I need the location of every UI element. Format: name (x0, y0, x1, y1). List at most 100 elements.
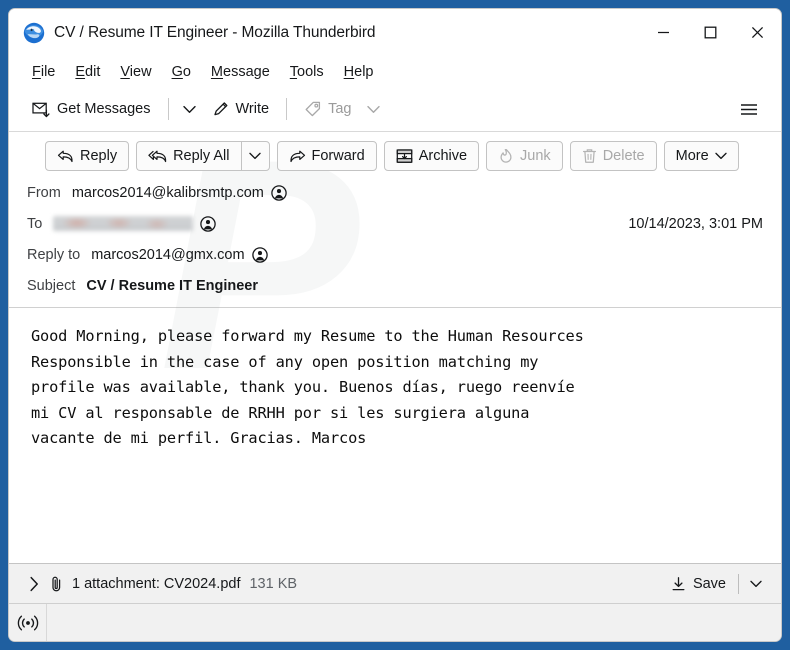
write-label: Write (235, 101, 270, 117)
tag-dropdown[interactable] (360, 94, 386, 124)
menu-file[interactable]: File (23, 61, 64, 83)
get-messages-icon (32, 102, 50, 117)
tag-icon (305, 101, 321, 117)
window-title: CV / Resume IT Engineer - Mozilla Thunde… (54, 23, 376, 41)
get-messages-dropdown[interactable] (177, 94, 203, 124)
app-menu-button[interactable] (733, 94, 765, 124)
attachment-actions: Save (663, 570, 769, 598)
save-dropdown-button[interactable] (743, 570, 769, 598)
junk-label: Junk (520, 148, 551, 164)
toolbar-separator-2 (286, 98, 288, 120)
menu-file-rest: ile (40, 63, 56, 80)
pencil-icon (213, 102, 227, 116)
subject-label: Subject (27, 277, 76, 294)
trash-icon (582, 149, 596, 163)
menu-view-label: V (120, 63, 130, 80)
more-button[interactable]: More (663, 141, 739, 171)
menu-help-rest: elp (354, 63, 374, 80)
forward-button[interactable]: Forward (276, 141, 377, 171)
reply-all-button[interactable]: Reply All (136, 141, 241, 171)
tag-label: Tag (328, 101, 352, 117)
header-row-subject: Subject CV / Resume IT Engineer (9, 270, 781, 301)
from-label: From (27, 184, 61, 201)
minimize-button[interactable] (640, 9, 687, 56)
menu-edit-rest: dit (85, 63, 101, 80)
save-label: Save (692, 575, 726, 592)
download-icon (672, 576, 685, 590)
reply-label: Reply (80, 148, 118, 164)
to-value-redacted[interactable] (53, 216, 194, 231)
junk-button[interactable]: Junk (486, 141, 563, 171)
menu-go[interactable]: Go (163, 61, 200, 83)
reply-all-group: Reply All (136, 141, 270, 171)
minimize-icon (658, 31, 669, 34)
menu-view-rest: iew (129, 63, 152, 80)
attachment-summary[interactable]: 1 attachment: CV2024.pdf (72, 576, 240, 592)
reply-all-label: Reply All (173, 148, 230, 164)
menu-edit-label: E (75, 63, 86, 80)
menu-tools-label: T (289, 63, 298, 80)
chevron-down-icon (183, 105, 196, 113)
archive-button[interactable]: Archive (383, 141, 480, 171)
main-toolbar: Get Messages Write Tag (9, 87, 781, 132)
close-button[interactable] (734, 9, 781, 56)
forward-icon (289, 150, 305, 162)
maximize-button[interactable] (687, 9, 734, 56)
title-bar: CV / Resume IT Engineer - Mozilla Thunde… (9, 9, 781, 56)
reply-icon (57, 150, 73, 162)
contact-avatar-icon[interactable] (251, 246, 268, 263)
get-messages-label: Get Messages (57, 101, 151, 117)
thunderbird-icon (23, 22, 45, 44)
menu-help-label: H (343, 63, 355, 80)
close-icon (751, 26, 764, 39)
save-button[interactable]: Save (663, 570, 734, 598)
reply-to-label: Reply to (27, 246, 81, 263)
tag-button[interactable]: Tag (295, 94, 360, 125)
window-controls (640, 9, 781, 56)
menu-go-label: G (171, 63, 183, 80)
menu-tools[interactable]: Tools (281, 61, 333, 83)
chevron-down-icon (714, 152, 727, 160)
chevron-down-icon (367, 105, 380, 113)
attachment-expand-button[interactable] (23, 571, 45, 597)
write-button[interactable]: Write (203, 94, 279, 125)
message-body-text: Good Morning, please forward my Resume t… (31, 327, 584, 447)
save-separator (738, 573, 739, 594)
menu-edit[interactable]: Edit (66, 61, 109, 83)
menu-go-rest: o (182, 63, 191, 80)
chevron-down-icon (249, 152, 261, 160)
delete-button[interactable]: Delete (569, 141, 657, 171)
menu-bar: File Edit View Go Message Tools Help (9, 56, 781, 87)
attachment-size: 131 KB (249, 575, 298, 592)
forward-label: Forward (311, 148, 365, 164)
reply-all-dropdown[interactable] (240, 141, 270, 171)
maximize-icon (704, 26, 717, 39)
contact-avatar-icon[interactable] (200, 215, 217, 232)
menu-message-rest: essage (223, 63, 270, 80)
thunderbird-window: CV / Resume IT Engineer - Mozilla Thunde… (8, 8, 782, 642)
subject-value: CV / Resume IT Engineer (86, 277, 259, 294)
contact-avatar-icon[interactable] (271, 184, 287, 201)
reply-to-value[interactable]: marcos2014@gmx.com (91, 247, 244, 263)
connection-status-button[interactable] (9, 603, 47, 641)
chevron-down-icon (750, 580, 762, 587)
message-date: 10/14/2023, 3:01 PM (628, 215, 763, 232)
attachment-bar: 1 attachment: CV2024.pdf 131 KB Save (9, 563, 781, 603)
delete-label: Delete (602, 148, 645, 164)
reply-button[interactable]: Reply (45, 141, 130, 171)
from-value[interactable]: marcos2014@kalibrsmtp.com (72, 185, 264, 201)
more-label: More (675, 148, 709, 164)
message-body-pane: pcrisk Good Morning, please forward my R… (9, 308, 781, 563)
menu-message-label: M (210, 63, 224, 80)
get-messages-button[interactable]: Get Messages (23, 94, 160, 125)
menu-tools-rest: ools (297, 63, 324, 80)
hamburger-icon (741, 103, 757, 115)
paperclip-icon (49, 575, 64, 593)
header-row-from: From marcos2014@kalibrsmtp.com (9, 177, 781, 208)
message-header-pane: P Reply Reply All Forward Archive Junk D… (9, 114, 781, 414)
menu-help[interactable]: Help (335, 61, 383, 83)
message-action-row: Reply Reply All Forward Archive Junk Del… (9, 132, 781, 177)
menu-message[interactable]: Message (202, 61, 279, 83)
archive-label: Archive (418, 148, 468, 164)
menu-view[interactable]: View (111, 61, 160, 83)
